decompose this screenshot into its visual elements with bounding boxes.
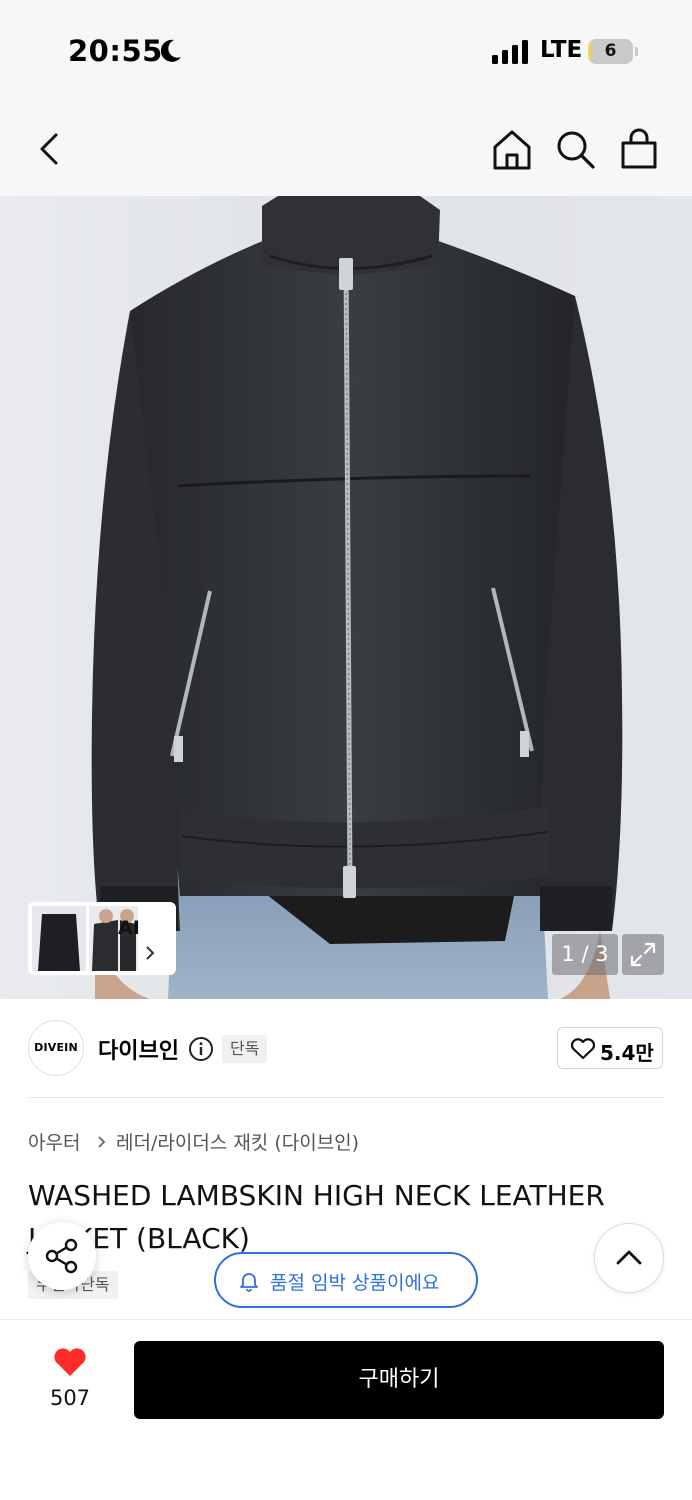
search-icon[interactable] — [552, 126, 600, 174]
product-image[interactable] — [0, 196, 692, 999]
shopping-bag-icon[interactable] — [615, 126, 663, 174]
breadcrumb-category[interactable]: 아우터 — [28, 1128, 80, 1155]
heart-outline-icon — [570, 1038, 596, 1060]
brand-like-button[interactable]: 5.4만 — [557, 1027, 663, 1069]
chevron-right-icon — [146, 946, 155, 960]
bell-icon — [240, 1273, 258, 1292]
battery-icon: 6 — [588, 39, 638, 64]
ai-label: AI — [118, 917, 140, 939]
heart-filled-icon — [54, 1348, 86, 1376]
expand-icon — [630, 942, 656, 967]
image-counter: 1 / 3 — [552, 934, 618, 975]
chevron-up-icon — [616, 1250, 642, 1265]
brand-like-count: 5.4만 — [600, 1041, 654, 1065]
exclusive-badge: 단독 — [222, 1035, 268, 1063]
brand-logo[interactable]: DIVEIN — [28, 1020, 84, 1076]
top-navigation-bar — [0, 100, 692, 196]
breadcrumb-chevron-icon — [98, 1136, 106, 1148]
status-time: 20:55 — [68, 34, 163, 68]
ai-styling-thumbnail-card[interactable] — [28, 902, 176, 975]
back-icon[interactable] — [26, 125, 74, 173]
expand-button[interactable] — [622, 934, 664, 975]
network-type: LTE — [540, 37, 583, 63]
brand-name[interactable]: 다이브인 — [98, 1033, 179, 1065]
leather-jacket-photo — [91, 196, 623, 999]
divider — [28, 1097, 664, 1098]
bottom-bar-divider — [0, 1319, 692, 1320]
buy-button[interactable]: 구매하기 — [134, 1341, 664, 1419]
home-icon[interactable] — [488, 126, 536, 174]
share-icon — [45, 1238, 78, 1274]
share-button[interactable] — [28, 1222, 96, 1290]
scroll-to-top-button[interactable] — [594, 1223, 664, 1293]
product-title: WASHED LAMBSKIN HIGH NECK LEATHER JACKET… — [28, 1179, 605, 1255]
status-bar: 20:55 LTE 6 — [0, 0, 692, 100]
low-stock-text: 품절 임박 상품이에요 — [270, 1272, 440, 1294]
battery-level: 6 — [604, 41, 617, 61]
cellular-signal-icon — [492, 40, 528, 64]
low-stock-toast: 품절 임박 상품이에요 — [214, 1252, 478, 1308]
info-icon[interactable] — [188, 1036, 214, 1062]
wishlist-count: 507 — [49, 1386, 91, 1410]
breadcrumb-subcategory[interactable]: 레더/라이더스 재킷 (다이브인) — [116, 1128, 359, 1155]
moon-icon — [160, 39, 181, 62]
